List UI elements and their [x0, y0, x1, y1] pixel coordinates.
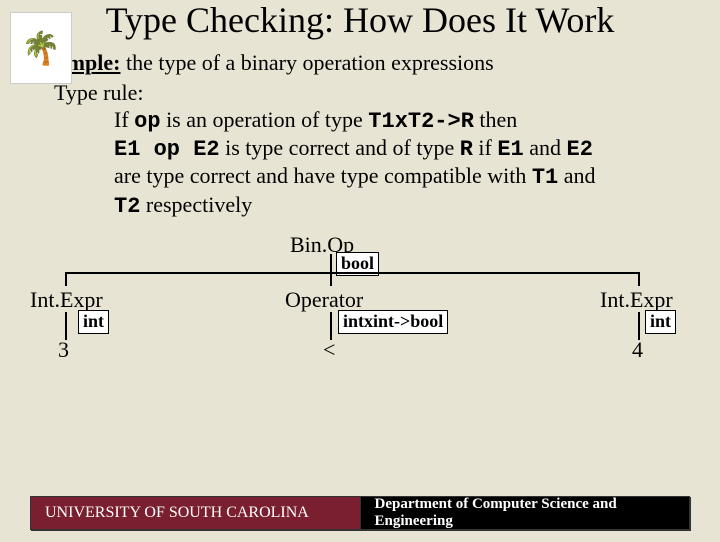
- rule-line-3: are type correct and have type compatibl…: [114, 163, 690, 191]
- tree-vtick-mid: [330, 272, 332, 286]
- tree-mid-leaf: <: [323, 337, 335, 363]
- example-text: the type of a binary operation expressio…: [120, 50, 493, 75]
- tree-vtick-root: [330, 254, 332, 272]
- example-line: Example: the type of a binary operation …: [30, 50, 690, 76]
- rule-line-4: T2 respectively: [114, 192, 690, 220]
- tree-right-leaf: 4: [632, 337, 643, 363]
- type-rule-block: Type rule: If op is an operation of type…: [54, 80, 690, 220]
- footer-department: Department of Computer Science and Engin…: [360, 496, 691, 530]
- tree-right-vline: [638, 312, 640, 340]
- tree-left-tag: int: [78, 310, 109, 334]
- tree-mid-vline: [330, 312, 332, 340]
- tree-mid-tag: intxint->bool: [338, 310, 448, 334]
- slide-title: Type Checking: How Does It Work: [80, 2, 640, 40]
- slide-content: Example: the type of a binary operation …: [30, 50, 690, 377]
- tree-hline: [65, 272, 640, 274]
- parse-tree: Bin.Op bool Int.Expr int 3 Operator intx…: [30, 232, 690, 377]
- tree-left-vline: [65, 312, 67, 340]
- footer: UNIVERSITY OF SOUTH CAROLINA Department …: [30, 496, 690, 530]
- palm-tree-icon: 🌴: [21, 32, 61, 64]
- rule-heading: Type rule:: [54, 80, 690, 106]
- tree-left-leaf: 3: [58, 337, 69, 363]
- tree-right-tag: int: [645, 310, 676, 334]
- footer-university: UNIVERSITY OF SOUTH CAROLINA: [30, 496, 360, 530]
- tree-vtick-left: [65, 272, 67, 286]
- university-logo: 🌴: [10, 12, 72, 84]
- rule-line-1: If op is an operation of type T1xT2->R t…: [114, 107, 690, 135]
- rule-body: If op is an operation of type T1xT2->R t…: [114, 107, 690, 221]
- rule-line-2: E1 op E2 is type correct and of type R i…: [114, 135, 690, 163]
- tree-vtick-right: [638, 272, 640, 286]
